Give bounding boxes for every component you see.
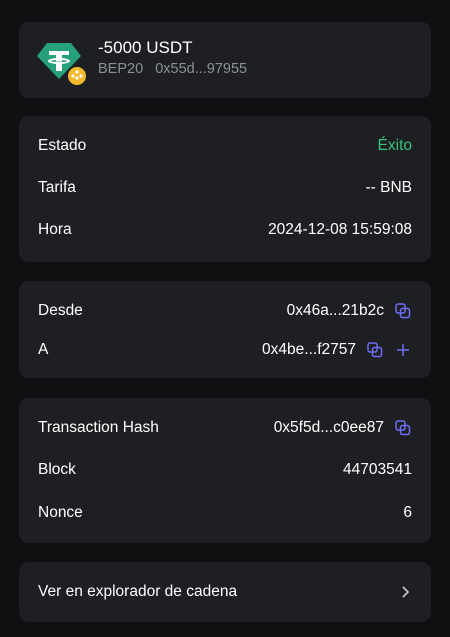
to-address: 0x4be...f2757 <box>262 341 356 358</box>
nonce-row: Nonce 6 <box>38 502 412 524</box>
chevron-right-icon <box>398 585 412 599</box>
block-label: Block <box>38 461 76 478</box>
transaction-card: Transaction Hash 0x5f5d...c0ee87 Block 4… <box>19 398 431 543</box>
copy-to-icon[interactable] <box>366 341 384 359</box>
hash-row: Transaction Hash 0x5f5d...c0ee87 <box>38 417 412 439</box>
hash-label: Transaction Hash <box>38 419 159 436</box>
status-label: Estado <box>38 137 87 154</box>
fee-label: Tarifa <box>38 179 76 196</box>
hash-value: 0x5f5d...c0ee87 <box>273 419 384 436</box>
fee-row: Tarifa -- BNB <box>38 177 412 199</box>
token-header-card: -5000 USDT BEP20 0x55d...97955 <box>19 22 431 98</box>
time-row: Hora 2024-12-08 15:59:08 <box>38 219 412 241</box>
explorer-row: Ver en explorador de cadena <box>38 581 412 603</box>
explorer-label: Ver en explorador de cadena <box>38 583 238 600</box>
explorer-link-card[interactable]: Ver en explorador de cadena <box>19 562 431 622</box>
hash-value-group: 0x5f5d...c0ee87 <box>274 419 412 437</box>
token-network-info: BEP20 0x55d...97955 <box>98 61 247 77</box>
nonce-value: 6 <box>403 504 412 521</box>
add-contact-icon[interactable] <box>394 341 412 359</box>
copy-from-icon[interactable] <box>394 302 412 320</box>
from-value-group: 0x46a...21b2c <box>287 302 412 320</box>
fee-value: -- BNB <box>365 179 413 196</box>
details-card: Estado Éxito Tarifa -- BNB Hora 2024-12-… <box>19 116 431 262</box>
to-row: A 0x4be...f2757 <box>38 339 412 361</box>
status-row: Estado Éxito <box>38 135 412 157</box>
from-label: Desde <box>38 302 83 319</box>
to-value-group: 0x4be...f2757 <box>262 341 412 359</box>
from-address: 0x46a...21b2c <box>286 302 384 319</box>
addresses-card: Desde 0x46a...21b2c A 0x4be...f2757 <box>19 281 431 378</box>
to-label: A <box>38 341 49 358</box>
bnb-chain-badge-icon <box>66 65 88 87</box>
transaction-amount: -5000 USDT <box>98 38 193 57</box>
token-contract-address: 0x55d...97955 <box>155 61 248 77</box>
nonce-label: Nonce <box>38 504 83 521</box>
block-row: Block 44703541 <box>38 459 412 481</box>
copy-hash-icon[interactable] <box>394 419 412 437</box>
block-value: 44703541 <box>343 461 412 478</box>
time-label: Hora <box>38 221 72 238</box>
from-row: Desde 0x46a...21b2c <box>38 300 412 322</box>
status-value: Éxito <box>377 137 412 154</box>
network-label: BEP20 <box>98 61 144 77</box>
time-value: 2024-12-08 15:59:08 <box>268 221 412 238</box>
